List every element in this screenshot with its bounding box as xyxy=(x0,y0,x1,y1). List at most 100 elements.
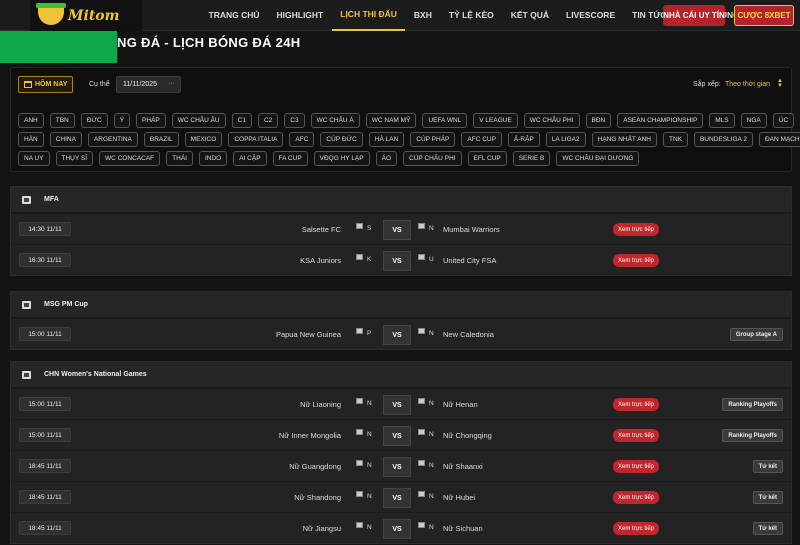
home-team[interactable]: Papua New Guinea xyxy=(276,330,341,339)
nav-schedule[interactable]: LỊCH THI ĐẤU xyxy=(331,0,406,31)
league-chip[interactable]: ASEAN CHAMPIONSHIP xyxy=(617,113,704,128)
league-chip[interactable]: BUNDESLIGA 2 xyxy=(693,132,753,147)
sort-select[interactable]: Theo thời gian xyxy=(725,81,770,88)
home-team[interactable]: Nữ Guangdong xyxy=(289,462,341,471)
league-chip[interactable]: INDO xyxy=(198,151,228,166)
league-chip[interactable]: WC CONCACAF xyxy=(99,151,161,166)
today-button[interactable]: HÔM NAY xyxy=(18,76,73,93)
promo-banner[interactable] xyxy=(0,31,117,63)
league-chip[interactable]: WC NAM MỸ xyxy=(365,113,417,128)
league-chip[interactable]: C1 xyxy=(231,113,252,128)
watch-live-button[interactable]: Xem trực tiếp xyxy=(613,460,659,473)
nav-home[interactable]: TRANG CHỦ xyxy=(200,0,268,31)
nav-livescore[interactable]: LIVESCORE xyxy=(558,0,624,31)
league-chip[interactable]: THÁI xyxy=(166,151,193,166)
match-row[interactable]: 14:30 11/11 Salsette FC S VS N Mumbai Warrior… xyxy=(11,213,791,244)
watch-live-button[interactable]: Xem trực tiếp xyxy=(613,254,659,267)
league-chip[interactable]: TBN xyxy=(49,113,75,128)
home-team[interactable]: KSA Juniors xyxy=(300,256,341,265)
league-chip[interactable]: ÚC xyxy=(772,113,795,128)
away-team[interactable]: New Caledonia xyxy=(443,330,494,339)
league-chip[interactable]: HÀ LAN xyxy=(368,132,405,147)
league-chip[interactable]: BRAZIL xyxy=(143,132,179,147)
league-header[interactable]: MSG PM Cup xyxy=(11,292,791,318)
league-chip[interactable]: Ý xyxy=(113,113,131,128)
nav-odds[interactable]: TỶ LỆ KÈO xyxy=(440,0,502,31)
watch-live-button[interactable]: Xem trực tiếp xyxy=(613,398,659,411)
league-chip[interactable]: CÚP ĐỨC xyxy=(320,132,363,147)
nav-highlight[interactable]: HIGHLIGHT xyxy=(268,0,332,31)
league-chip[interactable]: AFC CUP xyxy=(461,132,502,147)
league-chip[interactable]: ĐỨC xyxy=(80,113,108,128)
league-chip[interactable]: WC CHÂU ÂU xyxy=(171,113,226,128)
away-team[interactable]: Nữ Shaanxi xyxy=(443,462,483,471)
match-row[interactable]: 18:45 11/11 Nữ Guangdong N VS N Nữ Shaanxi Xem… xyxy=(11,450,791,481)
league-chip[interactable]: Ả-RẬP xyxy=(507,132,540,147)
league-chip[interactable]: TNK xyxy=(662,132,688,147)
league-chip[interactable]: MEXICO xyxy=(184,132,223,147)
away-team[interactable]: Nữ Sichuan xyxy=(443,524,483,533)
vs-badge: VS xyxy=(383,488,411,508)
league-header[interactable]: MFA xyxy=(11,187,791,213)
league-chip[interactable]: SERIE B xyxy=(512,151,551,166)
league-chip[interactable]: MLS xyxy=(709,113,735,128)
home-team[interactable]: Nữ Jiangsu xyxy=(303,524,341,533)
home-team[interactable]: Nữ Inner Mongolia xyxy=(279,431,341,440)
league-chip[interactable]: PHÁP xyxy=(136,113,166,128)
nav-results[interactable]: KẾT QUẢ xyxy=(502,0,557,31)
home-team[interactable]: Nữ Liaoning xyxy=(300,400,341,409)
league-chip[interactable]: ARGENTINA xyxy=(87,132,138,147)
league-chip[interactable]: AI CẬP xyxy=(233,151,267,166)
league-chip[interactable]: C3 xyxy=(284,113,305,128)
league-chip[interactable]: V LEAGUE xyxy=(473,113,518,128)
league-chip[interactable]: WC CHÂU ĐẠI DƯƠNG xyxy=(556,151,640,166)
league-chip[interactable]: C2 xyxy=(257,113,279,128)
away-team[interactable]: Nữ Chongqing xyxy=(443,431,492,440)
league-chip[interactable]: WC CHÂU Á xyxy=(310,113,360,128)
league-chip[interactable]: BĐN xyxy=(585,113,612,128)
league-chip[interactable]: FA CUP xyxy=(272,151,308,166)
league-chip[interactable]: ÁO xyxy=(375,151,398,166)
away-team[interactable]: United City FSA xyxy=(443,256,496,265)
league-chip[interactable]: LA LIGA2 xyxy=(545,132,586,147)
home-team[interactable]: Nữ Shandong xyxy=(294,493,341,502)
watch-live-button[interactable]: Xem trực tiếp xyxy=(613,223,659,236)
home-team[interactable]: Salsette FC xyxy=(302,225,341,234)
match-row[interactable]: 18:45 11/11 Nữ Shandong N VS N Nữ Hubei Xem tr… xyxy=(11,481,791,512)
nav-standings[interactable]: BXH xyxy=(405,0,440,31)
league-header[interactable]: CHN Women's National Games xyxy=(11,362,791,388)
league-chip[interactable]: ĐAN MẠCH xyxy=(758,132,800,147)
league-icon xyxy=(22,195,31,204)
site-logo[interactable]: Mitom xyxy=(30,0,142,31)
league-chip[interactable]: THỤY SĨ xyxy=(55,151,94,166)
league-chip[interactable]: EFL CUP xyxy=(467,151,507,166)
away-team[interactable]: Nữ Hubei xyxy=(443,493,475,502)
watch-live-button[interactable]: Xem trực tiếp xyxy=(613,491,659,504)
league-chip[interactable]: CHINA xyxy=(49,132,82,147)
league-chip[interactable]: HẠNG NHẤT ANH xyxy=(591,132,657,147)
match-row[interactable]: 16:30 11/11 KSA Juniors K VS U United City FS… xyxy=(11,244,791,275)
league-chip[interactable]: ANH xyxy=(18,113,44,128)
league-chip[interactable]: COPPA ITALIA xyxy=(228,132,284,147)
match-row[interactable]: 15:00 11/11 Nữ Inner Mongolia N VS N Nữ Chong… xyxy=(11,419,791,450)
away-team[interactable]: Mumbai Warriors xyxy=(443,225,500,234)
league-chip[interactable]: CÚP PHÁP xyxy=(410,132,456,147)
league-chip[interactable]: NGA xyxy=(740,113,767,128)
trusted-bookmaker-button[interactable]: NHÀ CÁI UY TÍN xyxy=(663,5,725,26)
league-chip[interactable]: NA UY xyxy=(18,151,50,166)
watch-live-button[interactable]: Xem trực tiếp xyxy=(613,522,659,535)
league-chip[interactable]: AFC xyxy=(289,132,315,147)
match-row[interactable]: 15:00 11/11 Papua New Guinea P VS N New Caled… xyxy=(11,318,791,349)
sort-arrows-icon[interactable]: ▲ ▼ xyxy=(777,78,783,89)
league-chip[interactable]: VĐQG HY LẠP xyxy=(313,151,370,166)
match-row[interactable]: 15:00 11/11 Nữ Liaoning N VS N Nữ Henan Xem tr… xyxy=(11,388,791,419)
date-input[interactable]: 11/11/2025 ··· xyxy=(116,76,181,93)
league-chip[interactable]: CÚP CHÂU PHI xyxy=(403,151,462,166)
league-chip[interactable]: HÀN xyxy=(18,132,44,147)
league-chip[interactable]: WC CHÂU PHI xyxy=(523,113,580,128)
match-row[interactable]: 18:45 11/11 Nữ Jiangsu N VS N Nữ Sichuan Xem t… xyxy=(11,512,791,543)
watch-live-button[interactable]: Xem trực tiếp xyxy=(613,429,659,442)
league-chip[interactable]: UEFA WNL xyxy=(422,113,468,128)
away-team[interactable]: Nữ Henan xyxy=(443,400,478,409)
bet-8xbet-button[interactable]: CƯỢC 8XBET xyxy=(734,5,794,26)
